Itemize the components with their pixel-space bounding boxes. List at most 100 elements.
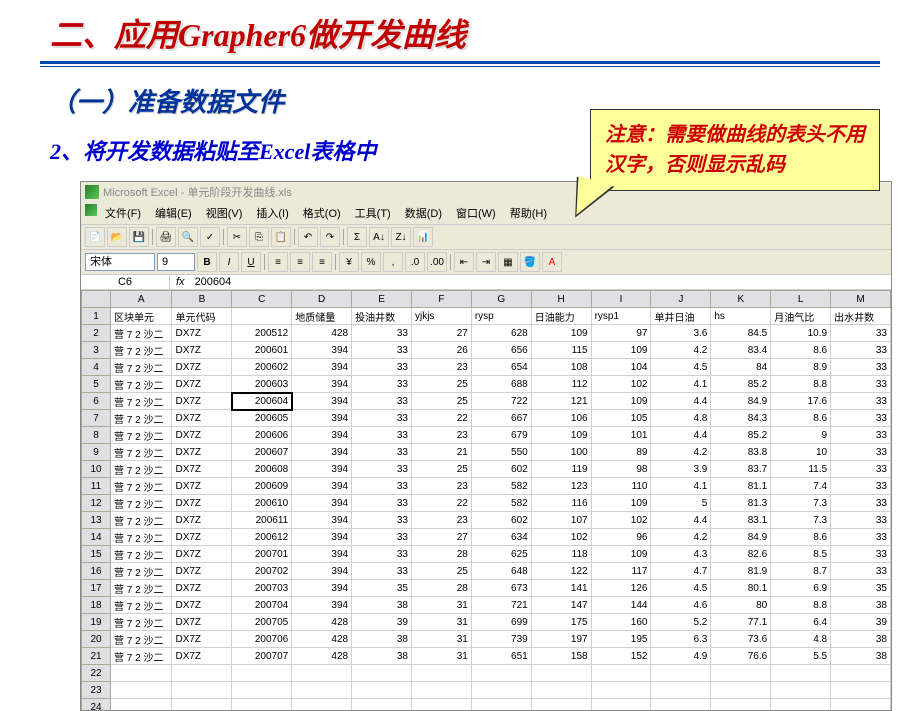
cell[interactable]: DX7Z — [172, 444, 232, 461]
cell[interactable]: DX7Z — [172, 410, 232, 427]
cell[interactable] — [411, 682, 471, 699]
menu-edit[interactable]: 编辑(E) — [149, 204, 198, 222]
cell[interactable]: 22 — [411, 495, 471, 512]
cell[interactable]: 394 — [292, 478, 352, 495]
new-icon[interactable]: 📄 — [85, 227, 105, 247]
cell[interactable]: 73.6 — [711, 631, 771, 648]
row-header[interactable]: 9 — [82, 444, 111, 461]
cell[interactable]: 25 — [411, 393, 471, 410]
row-header[interactable]: 2 — [82, 325, 111, 342]
cell[interactable]: 394 — [292, 342, 352, 359]
cell[interactable]: 4.4 — [651, 512, 711, 529]
cell[interactable]: 33 — [831, 342, 891, 359]
cell[interactable]: 4.5 — [651, 359, 711, 376]
cell[interactable]: 33 — [831, 427, 891, 444]
cell[interactable]: 602 — [471, 512, 531, 529]
cell[interactable]: 投油井数 — [352, 308, 412, 325]
cell[interactable]: 160 — [591, 614, 651, 631]
cell[interactable] — [292, 682, 352, 699]
cell[interactable] — [651, 682, 711, 699]
cell[interactable]: 33 — [831, 563, 891, 580]
cell[interactable]: 27 — [411, 325, 471, 342]
cell[interactable]: 营 7 2 沙二 — [111, 614, 172, 631]
percent-icon[interactable]: % — [361, 252, 381, 272]
cell[interactable]: 5.5 — [771, 648, 831, 665]
col-header[interactable]: I — [591, 291, 651, 308]
cell[interactable]: DX7Z — [172, 648, 232, 665]
currency-icon[interactable]: ¥ — [339, 252, 359, 272]
cell[interactable]: 31 — [411, 597, 471, 614]
cell[interactable]: yjkjs — [411, 308, 471, 325]
cell[interactable]: 10 — [771, 444, 831, 461]
cell[interactable]: 200601 — [232, 342, 292, 359]
cell[interactable]: 33 — [831, 359, 891, 376]
cell[interactable]: 76.6 — [711, 648, 771, 665]
align-right-icon[interactable]: ≡ — [312, 252, 332, 272]
cell[interactable] — [531, 682, 591, 699]
cell[interactable]: 33 — [352, 546, 412, 563]
cell[interactable]: 602 — [471, 461, 531, 478]
cell[interactable]: 营 7 2 沙二 — [111, 444, 172, 461]
cell[interactable] — [111, 665, 172, 682]
cell[interactable]: 营 7 2 沙二 — [111, 563, 172, 580]
cell[interactable] — [771, 665, 831, 682]
cell[interactable]: 单元代码 — [172, 308, 232, 325]
cell[interactable]: 84.3 — [711, 410, 771, 427]
cell[interactable]: 营 7 2 沙二 — [111, 427, 172, 444]
cell[interactable]: 6.4 — [771, 614, 831, 631]
cell[interactable]: 654 — [471, 359, 531, 376]
cell[interactable]: 8.5 — [771, 546, 831, 563]
cell[interactable]: 33 — [831, 461, 891, 478]
col-header[interactable]: K — [711, 291, 771, 308]
cell[interactable]: 200608 — [232, 461, 292, 478]
cell[interactable]: 394 — [292, 359, 352, 376]
font-name-box[interactable]: 宋体 — [85, 253, 155, 271]
cell[interactable]: 8.6 — [771, 410, 831, 427]
indent-inc-icon[interactable]: ⇥ — [476, 252, 496, 272]
cell[interactable]: 35 — [352, 580, 412, 597]
cell[interactable]: 175 — [531, 614, 591, 631]
cell[interactable]: 38 — [352, 631, 412, 648]
cell[interactable]: 85.2 — [711, 376, 771, 393]
cell[interactable]: 119 — [531, 461, 591, 478]
row-header[interactable]: 16 — [82, 563, 111, 580]
cell[interactable]: 105 — [591, 410, 651, 427]
menu-data[interactable]: 数据(D) — [399, 204, 448, 222]
cell[interactable]: DX7Z — [172, 478, 232, 495]
menu-help[interactable]: 帮助(H) — [504, 204, 553, 222]
align-center-icon[interactable]: ≡ — [290, 252, 310, 272]
cell[interactable]: 27 — [411, 529, 471, 546]
cell[interactable] — [531, 665, 591, 682]
cell[interactable] — [711, 665, 771, 682]
row-header[interactable]: 15 — [82, 546, 111, 563]
row-header[interactable]: 10 — [82, 461, 111, 478]
cell[interactable]: 33 — [831, 512, 891, 529]
cell[interactable] — [352, 699, 412, 711]
cell[interactable]: 83.4 — [711, 342, 771, 359]
cell[interactable] — [651, 665, 711, 682]
cell[interactable]: 39 — [352, 614, 412, 631]
row-header[interactable]: 18 — [82, 597, 111, 614]
cell[interactable]: 121 — [531, 393, 591, 410]
cell[interactable]: 112 — [531, 376, 591, 393]
cell[interactable]: DX7Z — [172, 376, 232, 393]
fontcolor-icon[interactable]: A — [542, 252, 562, 272]
col-header[interactable]: M — [831, 291, 891, 308]
cell[interactable] — [771, 682, 831, 699]
cell[interactable]: 197 — [531, 631, 591, 648]
cut-icon[interactable]: ✂ — [227, 227, 247, 247]
cell[interactable]: 394 — [292, 376, 352, 393]
cell[interactable]: 679 — [471, 427, 531, 444]
cell[interactable]: 117 — [591, 563, 651, 580]
row-header[interactable]: 3 — [82, 342, 111, 359]
cell[interactable] — [771, 699, 831, 711]
cell[interactable]: 33 — [831, 393, 891, 410]
cell[interactable]: 721 — [471, 597, 531, 614]
menu-view[interactable]: 视图(V) — [200, 204, 249, 222]
cell[interactable]: 营 7 2 沙二 — [111, 376, 172, 393]
cell[interactable]: 33 — [352, 359, 412, 376]
cell[interactable]: 200706 — [232, 631, 292, 648]
row-header[interactable]: 6 — [82, 393, 111, 410]
cell[interactable]: 5 — [651, 495, 711, 512]
cell[interactable]: 200702 — [232, 563, 292, 580]
